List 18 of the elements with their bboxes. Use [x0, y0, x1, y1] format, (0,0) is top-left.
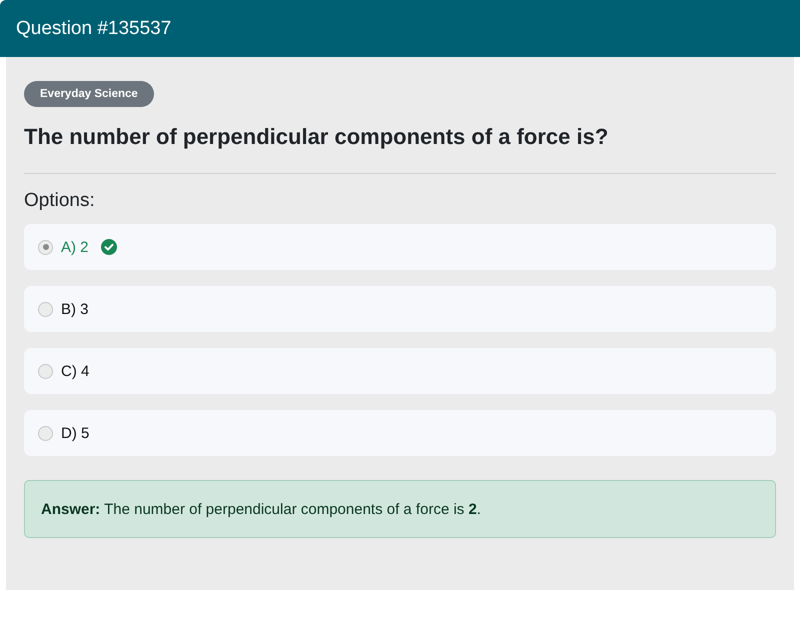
radio-button[interactable]	[38, 240, 53, 254]
option-label: C) 4	[61, 362, 90, 380]
option-row[interactable]: D) 5	[24, 410, 776, 456]
radio-button[interactable]	[38, 302, 53, 316]
check-circle-icon	[100, 239, 117, 255]
option-row[interactable]: A) 2	[24, 224, 776, 270]
option-label: A) 2	[61, 238, 89, 256]
options-label: Options:	[24, 190, 96, 212]
option-label: B) 3	[61, 300, 89, 318]
radio-button[interactable]	[38, 426, 53, 440]
category-tag: Everyday Science	[24, 81, 154, 107]
option-row[interactable]: C) 4	[24, 348, 776, 394]
option-label: D) 5	[61, 424, 90, 442]
answer-text: Answer: The number of perpendicular components of a force is 2.	[41, 500, 481, 518]
question-text: The number of perpendicular components of a force is?	[24, 124, 610, 150]
radio-button[interactable]	[38, 364, 53, 378]
question-title: Question #135537	[16, 18, 172, 40]
option-row[interactable]: B) 3	[24, 286, 776, 332]
